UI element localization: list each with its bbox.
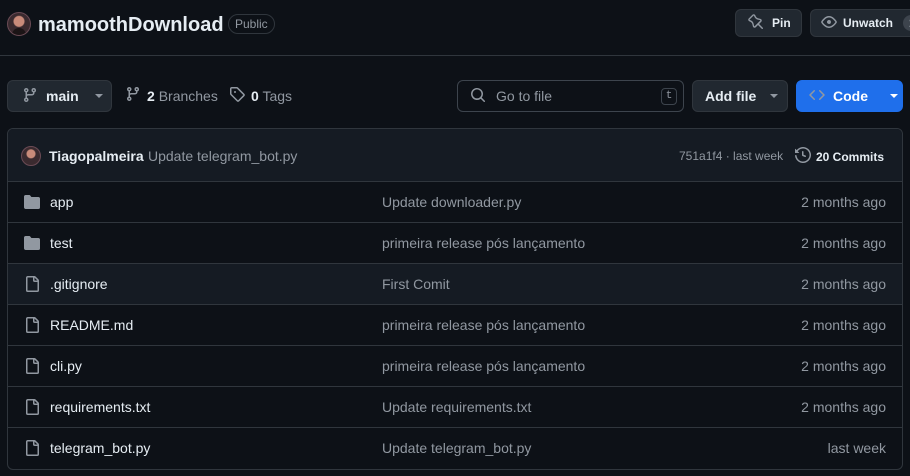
code-button[interactable]: Code: [796, 80, 903, 112]
tags-label: Tags: [262, 87, 293, 104]
file-name[interactable]: cli.py: [50, 358, 82, 374]
search-placeholder: Go to file: [496, 88, 553, 104]
chevron-down-icon: [94, 94, 103, 98]
file-commit-message[interactable]: primeira release pós lançamento: [382, 235, 585, 251]
tag-icon: [229, 86, 245, 105]
chevron-down-icon: [770, 94, 779, 98]
watch-count: 1: [903, 15, 910, 31]
commits-link[interactable]: 20 Commits: [795, 146, 885, 166]
file-commit-date: last week: [827, 440, 886, 456]
pin-button[interactable]: Pin: [735, 9, 802, 37]
file-name[interactable]: README.md: [50, 317, 133, 333]
file-row[interactable]: app Update downloader.py 2 months ago: [8, 182, 902, 223]
commits-label: 20 Commits: [816, 149, 885, 164]
file-icon: [24, 358, 40, 377]
branch-selector[interactable]: main: [7, 80, 112, 112]
folder-icon: [24, 194, 40, 213]
go-to-file-input[interactable]: Go to file t: [457, 80, 684, 112]
file-commit-message[interactable]: primeira release pós lançamento: [382, 317, 585, 333]
search-icon: [470, 87, 486, 106]
file-commit-message[interactable]: First Comit: [382, 276, 450, 292]
visibility-badge: Public: [228, 14, 275, 34]
file-name[interactable]: telegram_bot.py: [50, 440, 150, 456]
git-branch-icon: [22, 87, 38, 106]
file-row[interactable]: telegram_bot.py Update telegram_bot.py las…: [8, 428, 902, 469]
file-name[interactable]: .gitignore: [50, 276, 108, 292]
file-icon: [24, 440, 40, 459]
search-shortcut-key: t: [661, 88, 677, 105]
file-commit-date: 2 months ago: [801, 194, 886, 210]
file-name[interactable]: test: [50, 235, 73, 251]
latest-commit-bar: Tiagopalmeira Update telegram_bot.py 751…: [8, 129, 902, 182]
unwatch-label: Unwatch: [843, 16, 894, 30]
eye-icon: [821, 14, 837, 33]
tags-count: 0: [251, 87, 259, 104]
file-row[interactable]: test primeira release pós lançamento 2 mon…: [8, 223, 902, 264]
commit-hash-time[interactable]: 751a1f4 · last week: [679, 149, 783, 163]
file-icon: [24, 276, 40, 295]
owner-avatar[interactable]: [7, 12, 31, 36]
file-row[interactable]: cli.py primeira release pós lançamento 2 m…: [8, 346, 902, 387]
file-row[interactable]: .gitignore First Comit 2 months ago: [8, 264, 902, 305]
file-commit-message[interactable]: Update telegram_bot.py: [382, 440, 531, 456]
commit-author[interactable]: Tiagopalmeira: [49, 148, 144, 164]
repo-header: mamoothDownload Public Pin Unwatch 1: [0, 0, 910, 56]
file-icon: [24, 399, 40, 418]
file-commit-date: 2 months ago: [801, 317, 886, 333]
add-file-label: Add file: [705, 88, 757, 104]
commit-message[interactable]: Update telegram_bot.py: [148, 148, 297, 164]
file-list: app Update downloader.py 2 months ago test p…: [8, 182, 902, 469]
unwatch-button[interactable]: Unwatch 1: [810, 9, 910, 37]
file-browser: Tiagopalmeira Update telegram_bot.py 751…: [7, 128, 903, 470]
branches-link[interactable]: 2 Branches: [125, 86, 218, 105]
code-label: Code: [833, 88, 868, 104]
tags-link[interactable]: 0 Tags: [229, 86, 292, 105]
pin-label: Pin: [772, 16, 791, 30]
file-commit-message[interactable]: Update downloader.py: [382, 194, 521, 210]
branches-count: 2: [147, 87, 155, 104]
pin-icon: [748, 13, 764, 33]
branches-label: Branches: [158, 87, 218, 104]
repo-name[interactable]: mamoothDownload: [38, 12, 224, 38]
history-icon: [795, 146, 812, 166]
file-commit-date: 2 months ago: [801, 358, 886, 374]
git-branch-icon: [125, 86, 141, 105]
add-file-button[interactable]: Add file: [692, 80, 788, 112]
file-name[interactable]: requirements.txt: [50, 399, 150, 415]
file-row[interactable]: README.md primeira release pós lançamento…: [8, 305, 902, 346]
branch-name: main: [46, 88, 79, 104]
file-commit-date: 2 months ago: [801, 399, 886, 415]
file-name[interactable]: app: [50, 194, 73, 210]
file-commit-date: 2 months ago: [801, 235, 886, 251]
file-icon: [24, 317, 40, 336]
file-commit-message[interactable]: primeira release pós lançamento: [382, 358, 585, 374]
chevron-down-icon: [890, 94, 898, 98]
file-row[interactable]: requirements.txt Update requirements.txt 2…: [8, 387, 902, 428]
author-avatar[interactable]: [21, 146, 41, 166]
folder-icon: [24, 235, 40, 254]
file-commit-date: 2 months ago: [801, 276, 886, 292]
code-icon: [809, 87, 825, 106]
file-commit-message[interactable]: Update requirements.txt: [382, 399, 531, 415]
